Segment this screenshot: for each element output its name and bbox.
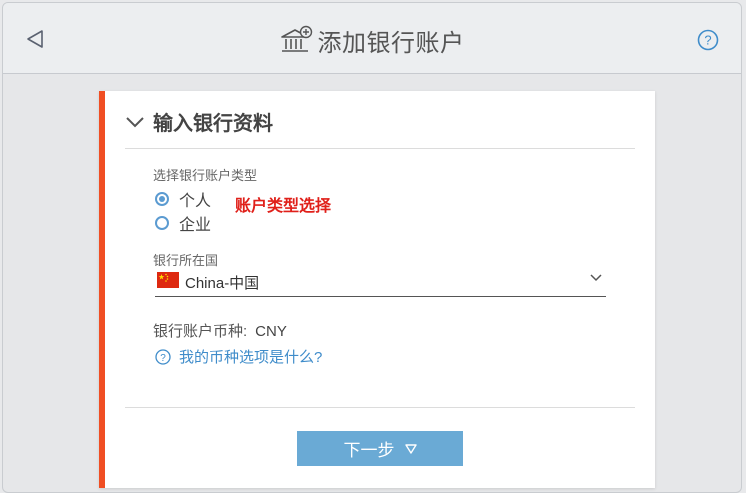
currency-row: 银行账户币种: CNY	[153, 320, 287, 341]
radio-business-label: 企业	[179, 217, 212, 234]
bank-country-value: China-中国	[185, 275, 260, 292]
china-flag-icon	[157, 272, 179, 288]
annotation-text: 账户类型选择	[235, 198, 332, 215]
radio-selected-icon	[155, 192, 169, 206]
svg-text:?: ?	[704, 33, 711, 48]
currency-help-link[interactable]: ? 我的币种选项是什么?	[155, 346, 322, 367]
app-window: 添加银行账户 ? 输入银行资料 选择银行账户类型 个人 企业 账户类型选择 银行…	[2, 2, 742, 493]
bank-country-select[interactable]: China-中国	[155, 262, 606, 297]
page-title-group: 添加银行账户	[3, 23, 741, 57]
chevron-down-icon	[126, 116, 144, 127]
divider	[125, 148, 635, 149]
page-title: 添加银行账户	[317, 29, 465, 57]
radio-unselected-icon	[155, 216, 169, 230]
currency-label: 银行账户币种:	[153, 323, 248, 340]
radio-personal-label: 个人	[179, 193, 212, 210]
section-title: 输入银行资料	[153, 113, 273, 135]
top-bar: 添加银行账户 ?	[3, 3, 741, 74]
section-toggle[interactable]: 输入银行资料	[125, 107, 273, 136]
currency-help-text: 我的币种选项是什么?	[179, 349, 323, 366]
bank-details-card: 输入银行资料 选择银行账户类型 个人 企业 账户类型选择 银行所在国 China…	[99, 91, 655, 488]
bank-add-icon	[280, 25, 312, 52]
next-step-label: 下一步	[343, 441, 395, 460]
next-step-button[interactable]: 下一步	[297, 431, 463, 466]
dropdown-chevron-icon	[590, 274, 602, 282]
question-circle-icon: ?	[155, 348, 171, 365]
help-circle-icon: ?	[697, 29, 719, 51]
svg-text:?: ?	[160, 353, 166, 364]
triangle-down-icon	[404, 443, 417, 454]
divider	[125, 407, 635, 408]
currency-value: CNY	[255, 323, 287, 340]
radio-personal[interactable]: 个人	[155, 187, 211, 211]
account-type-label: 选择银行账户类型	[153, 168, 258, 183]
help-button[interactable]: ?	[697, 29, 719, 51]
radio-business[interactable]: 企业	[155, 211, 211, 235]
